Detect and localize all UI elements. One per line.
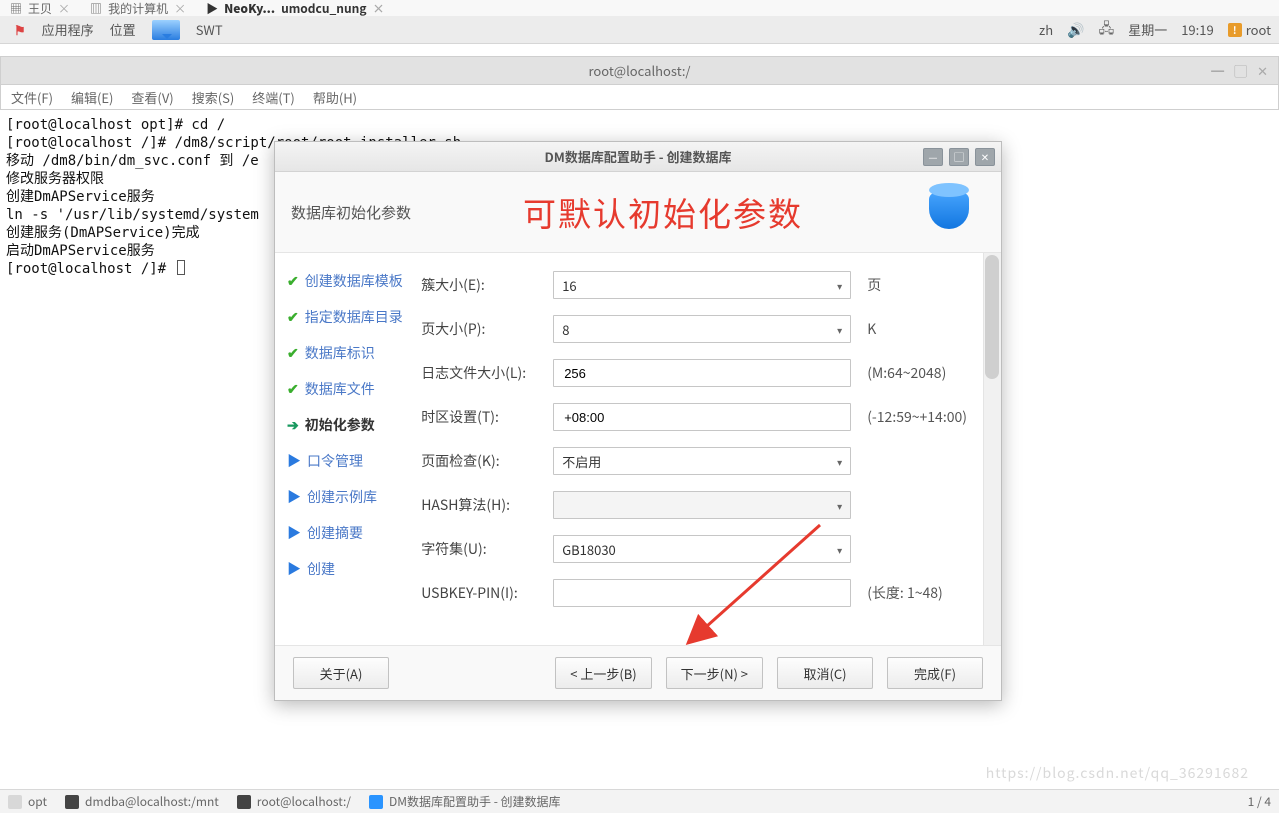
log-hint: (M:64~2048): [867, 363, 946, 383]
places-menu[interactable]: 位置: [110, 20, 136, 39]
tab-active[interactable]: ▶ NeoKy...umodcu_nung ×: [206, 0, 384, 17]
step-title: 数据库初始化参数: [291, 202, 411, 223]
prev-button[interactable]: < 上一步(B): [555, 657, 651, 689]
step-password[interactable]: ▶口令管理: [287, 443, 411, 479]
about-button[interactable]: 关于(A): [293, 657, 389, 689]
chevron-down-icon: ▾: [837, 278, 842, 293]
taskbar: opt dmdba@localhost:/mnt root@localhost:…: [0, 789, 1279, 813]
finish-button[interactable]: 完成(F): [887, 657, 983, 689]
cluster-size-select[interactable]: 16▾: [553, 271, 851, 299]
swt-label: SWT: [196, 20, 223, 39]
hash-label: HASH算法(H):: [421, 495, 543, 515]
close-icon[interactable]: ×: [174, 0, 186, 17]
close-button[interactable]: ✕: [975, 148, 995, 166]
close-icon[interactable]: ×: [373, 0, 385, 17]
task-opt[interactable]: opt: [8, 793, 47, 810]
terminal-titlebar: root@localhost:/ ━ ▢ ✕: [0, 56, 1279, 84]
charset-label: 字符集(U):: [421, 539, 543, 559]
volume-icon[interactable]: 🔊: [1067, 20, 1084, 40]
cluster-size-label: 簇大小(E):: [421, 275, 543, 295]
menu-view[interactable]: 查看(V): [131, 88, 173, 107]
dialog-title: DM数据库配置助手 - 创建数据库: [544, 147, 731, 166]
timezone-hint: (-12:59~+14:00): [867, 407, 967, 427]
page-size-select[interactable]: 8▾: [553, 315, 851, 343]
cursor: [177, 260, 185, 275]
minimize-button[interactable]: —: [923, 148, 943, 166]
dialog-titlebar[interactable]: DM数据库配置助手 - 创建数据库 — ▢ ✕: [275, 142, 1001, 172]
network-icon[interactable]: 🖧: [1099, 18, 1115, 42]
next-button[interactable]: 下一步(N) >: [666, 657, 763, 689]
footprint-icon: ⚑: [14, 20, 26, 39]
chevron-down-icon: ▾: [837, 498, 842, 513]
chevron-down-icon: ▾: [837, 322, 842, 337]
task-root[interactable]: root@localhost:/: [237, 793, 351, 810]
cancel-button[interactable]: 取消(C): [777, 657, 873, 689]
step-create-template[interactable]: ✔创建数据库模板: [287, 263, 411, 299]
page-check-label: 页面检查(K):: [421, 451, 543, 471]
chevron-down-icon: ▾: [837, 454, 842, 469]
tab-2[interactable]: ▥ 我的计算机 ×: [90, 0, 186, 17]
input-method[interactable]: zh: [1039, 20, 1053, 39]
terminal-menubar: 文件(F) 编辑(E) 查看(V) 搜索(S) 终端(T) 帮助(H): [0, 84, 1279, 110]
editor-tabs: ▦ 王贝 × ▥ 我的计算机 × ▶ NeoKy...umodcu_nung ×: [0, 0, 1279, 16]
user-menu[interactable]: !root: [1228, 20, 1271, 39]
step-create[interactable]: ▶创建: [287, 551, 411, 587]
timezone-label: 时区设置(T):: [421, 407, 543, 427]
charset-select[interactable]: GB18030▾: [553, 535, 851, 563]
task-dmdba[interactable]: dmdba@localhost:/mnt: [65, 793, 219, 810]
menu-help[interactable]: 帮助(H): [313, 88, 357, 107]
minimize-icon[interactable]: ━: [1211, 61, 1224, 80]
step-db-directory[interactable]: ✔指定数据库目录: [287, 299, 411, 335]
task-dm-wizard[interactable]: DM数据库配置助手 - 创建数据库: [369, 793, 561, 810]
step-init-params[interactable]: ➔初始化参数: [287, 407, 411, 443]
chevron-down-icon: ▾: [837, 542, 842, 557]
watermark: https://blog.csdn.net/qq_36291682: [986, 763, 1249, 783]
timezone-input[interactable]: [553, 403, 851, 431]
menu-search[interactable]: 搜索(S): [192, 88, 235, 107]
init-params-form: 簇大小(E): 16▾ 页 页大小(P): 8▾ K 日志文件大小(L): (M…: [415, 253, 1001, 645]
usbkey-label: USBKEY-PIN(I):: [421, 583, 543, 603]
db-config-dialog: DM数据库配置助手 - 创建数据库 — ▢ ✕ 数据库初始化参数 可默认初始化参…: [274, 141, 1002, 701]
log-size-label: 日志文件大小(L):: [421, 363, 543, 383]
close-icon[interactable]: ×: [58, 0, 70, 17]
maximize-button[interactable]: ▢: [949, 148, 969, 166]
log-size-input[interactable]: [553, 359, 851, 387]
step-summary[interactable]: ▶创建摘要: [287, 515, 411, 551]
cluster-unit: 页: [867, 275, 881, 295]
scrollbar-thumb[interactable]: [985, 255, 999, 379]
database-icon: [915, 183, 979, 241]
page-unit: K: [867, 319, 876, 339]
dialog-footer: 关于(A) < 上一步(B) 下一步(N) > 取消(C) 完成(F): [275, 646, 1001, 700]
apps-menu[interactable]: 应用程序: [42, 20, 94, 39]
system-top-bar: ⚑ 应用程序 位置 SWT zh 🔊 🖧 星期一 19:19 !root: [0, 16, 1279, 44]
step-db-identity[interactable]: ✔数据库标识: [287, 335, 411, 371]
maximize-icon[interactable]: ▢: [1234, 61, 1247, 80]
close-icon[interactable]: ✕: [1257, 61, 1268, 80]
page-check-select[interactable]: 不启用▾: [553, 447, 851, 475]
swt-app-icon[interactable]: [152, 20, 180, 40]
clock-time: 19:19: [1181, 20, 1213, 39]
menu-file[interactable]: 文件(F): [11, 88, 53, 107]
wizard-steps: ✔创建数据库模板 ✔指定数据库目录 ✔数据库标识 ✔数据库文件 ➔初始化参数 ▶…: [275, 253, 415, 645]
usbkey-hint: (长度: 1~48): [867, 583, 943, 603]
tab-1[interactable]: ▦ 王贝 ×: [10, 0, 70, 17]
menu-edit[interactable]: 编辑(E): [71, 88, 113, 107]
terminal-title: root@localhost:/: [588, 61, 690, 80]
usbkey-input[interactable]: [553, 579, 851, 607]
page-size-label: 页大小(P):: [421, 319, 543, 339]
page-indicator: 1 / 4: [1248, 793, 1271, 810]
step-db-files[interactable]: ✔数据库文件: [287, 371, 411, 407]
menu-terminal[interactable]: 终端(T): [252, 88, 295, 107]
step-sample-db[interactable]: ▶创建示例库: [287, 479, 411, 515]
hash-select[interactable]: ▾: [553, 491, 851, 519]
annotation-text: 可默认初始化参数: [523, 188, 803, 236]
clock-day: 星期一: [1128, 20, 1167, 39]
